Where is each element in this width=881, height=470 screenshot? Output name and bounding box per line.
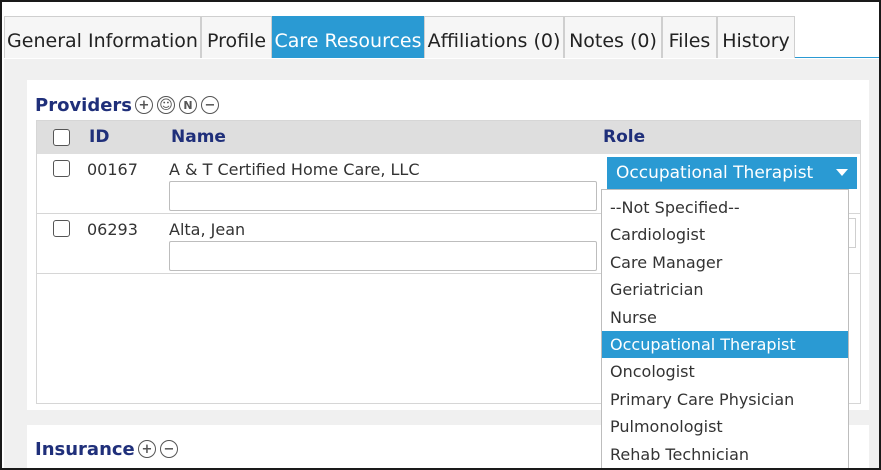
add-icon[interactable]: + xyxy=(135,96,153,114)
dropdown-option[interactable]: --Not Specified-- xyxy=(602,194,848,221)
new-icon[interactable]: N xyxy=(179,96,197,114)
tab-files[interactable]: Files xyxy=(662,16,717,58)
dropdown-option-selected[interactable]: Occupational Therapist xyxy=(602,331,848,358)
role-select-row2[interactable] xyxy=(848,218,856,248)
role-dropdown-list: --Not Specified-- Cardiologist Care Mana… xyxy=(601,189,849,468)
row-checkbox[interactable] xyxy=(53,160,70,177)
insurance-title: Insurance xyxy=(35,439,135,460)
grid-header: ID Name Role xyxy=(37,121,860,154)
provider-name: Alta, Jean xyxy=(169,220,246,239)
dropdown-option[interactable]: Cardiologist xyxy=(602,221,848,248)
provider-name: A & T Certified Home Care, LLC xyxy=(169,160,420,179)
tab-profile[interactable]: Profile xyxy=(201,16,272,58)
role-select-value: Occupational Therapist xyxy=(616,163,814,183)
providers-title: Providers xyxy=(35,95,133,116)
dropdown-option[interactable]: Primary Care Physician xyxy=(602,386,848,413)
dropdown-option[interactable]: Rehab Technician xyxy=(602,441,848,468)
tab-notes[interactable]: Notes (0) xyxy=(564,16,662,58)
provider-id: 00167 xyxy=(87,160,138,179)
column-header-name[interactable]: Name xyxy=(171,127,226,147)
provider-note-input[interactable] xyxy=(169,241,597,271)
dropdown-option[interactable]: Pulmonologist xyxy=(602,413,848,440)
tab-affiliations[interactable]: Affiliations (0) xyxy=(424,16,564,58)
select-all-checkbox[interactable] xyxy=(53,129,70,146)
dropdown-option[interactable]: Care Manager xyxy=(602,249,848,276)
dropdown-option[interactable]: Geriatrician xyxy=(602,276,848,303)
tab-bar: General Information Profile Care Resourc… xyxy=(4,16,879,58)
provider-note-input[interactable] xyxy=(169,181,597,211)
provider-id: 06293 xyxy=(87,220,138,239)
app-frame: General Information Profile Care Resourc… xyxy=(0,0,881,470)
column-header-id[interactable]: ID xyxy=(89,127,109,147)
role-select[interactable]: Occupational Therapist xyxy=(607,157,857,189)
dropdown-option[interactable]: Oncologist xyxy=(602,358,848,385)
tab-care-resources[interactable]: Care Resources xyxy=(272,16,424,58)
tab-general-information[interactable]: General Information xyxy=(4,16,201,58)
column-header-role[interactable]: Role xyxy=(603,127,645,147)
row-checkbox[interactable] xyxy=(53,220,70,237)
add-person-icon[interactable]: ☺ xyxy=(157,96,175,114)
add-icon[interactable]: + xyxy=(138,440,156,458)
dropdown-option[interactable]: Nurse xyxy=(602,304,848,331)
remove-icon[interactable]: − xyxy=(201,96,219,114)
tab-history[interactable]: History xyxy=(717,16,795,58)
remove-icon[interactable]: − xyxy=(160,440,178,458)
chevron-down-icon xyxy=(836,169,848,176)
